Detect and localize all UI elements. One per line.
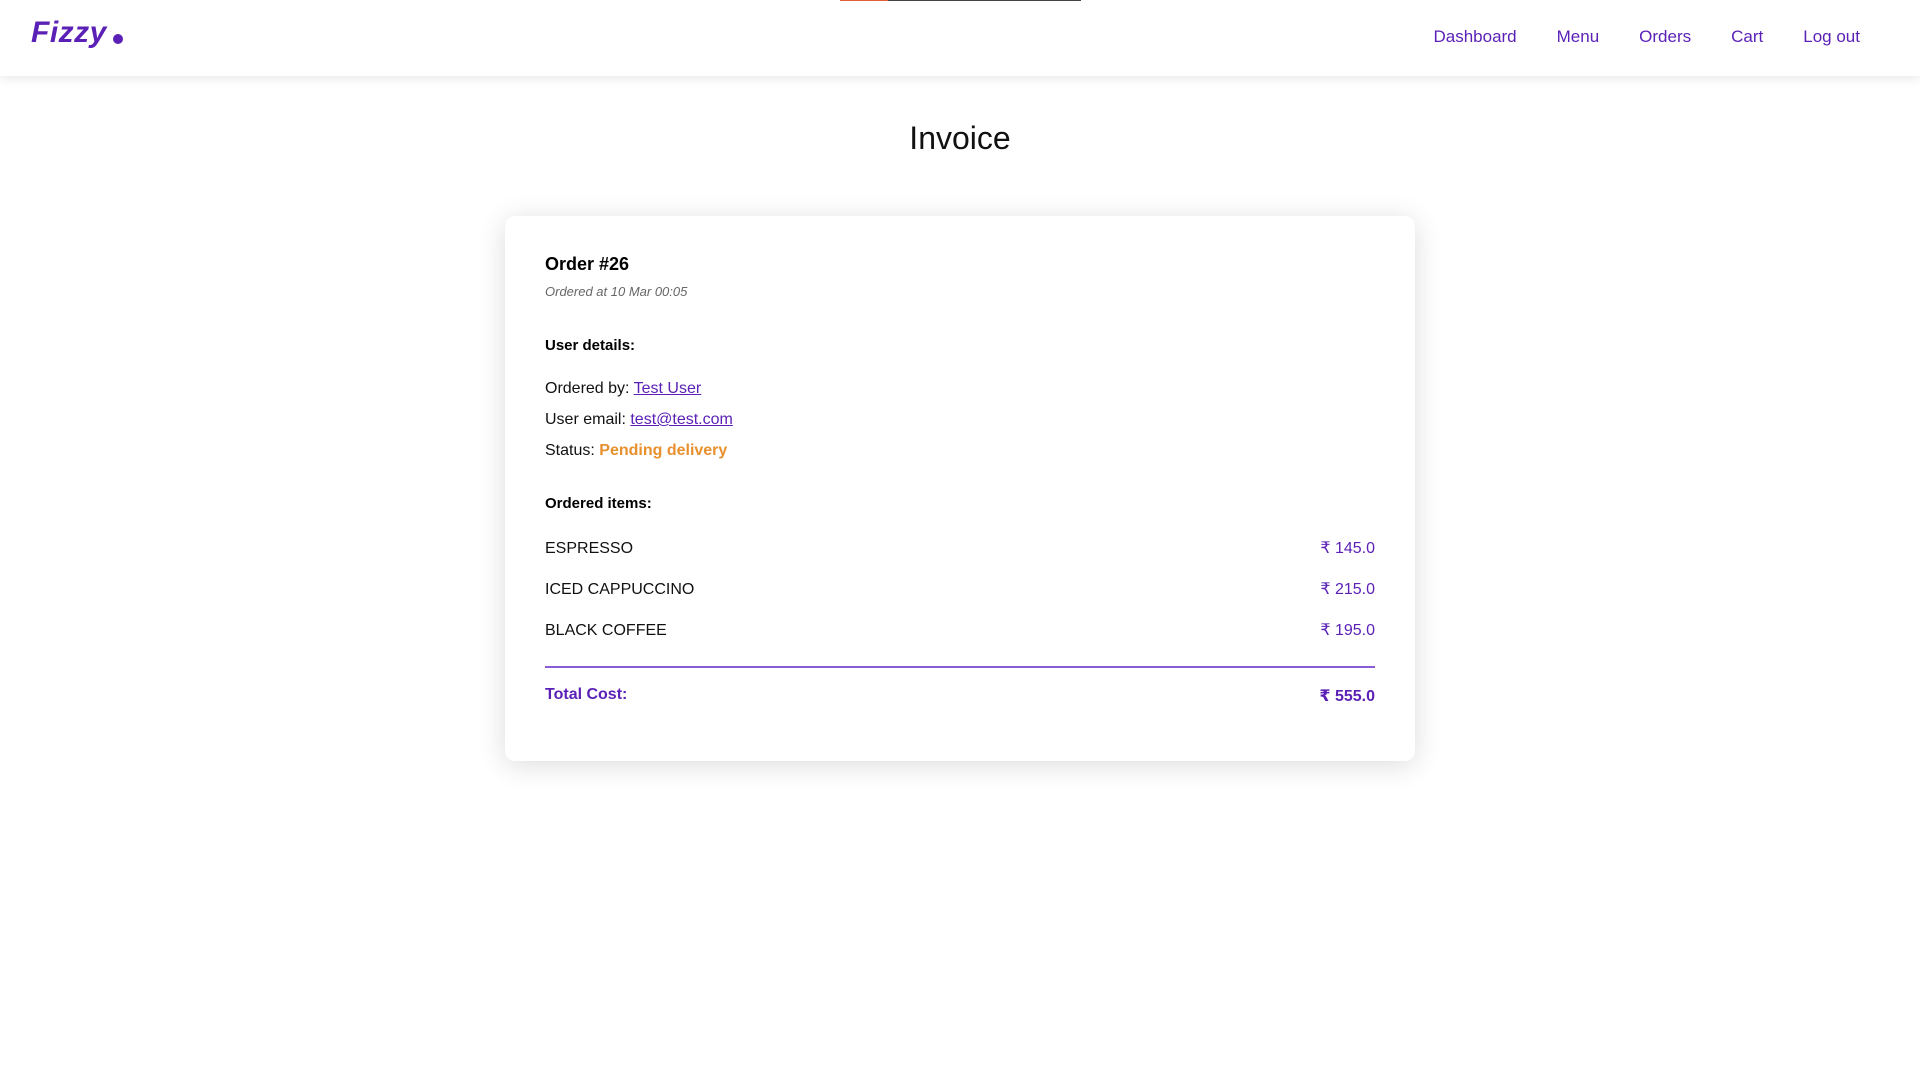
nav-link-cart[interactable]: Cart (1731, 27, 1763, 47)
brand-name: Fizzy (31, 16, 107, 49)
item-price: ₹ 195.0 (1320, 622, 1375, 639)
nav-links: Dashboard Menu Orders Cart Log out (1433, 27, 1860, 47)
nav-link-dashboard[interactable]: Dashboard (1433, 27, 1516, 47)
loading-progress-track (888, 0, 1081, 1)
ordered-by-line: Ordered by: Test User (545, 380, 1375, 398)
ordered-items-heading: Ordered items: (545, 495, 652, 512)
ordered-by-link[interactable]: Test User (634, 380, 702, 397)
status-badge: Pending delivery (599, 442, 728, 459)
ordered-by-label: Ordered by: (545, 380, 630, 397)
order-title: Order #26 (545, 254, 630, 274)
navbar: Fizzy Dashboard Menu Orders Cart Log out (0, 0, 1920, 76)
total-row: Total Cost: ₹ 555.0 (545, 686, 1375, 706)
loading-progress-fill (840, 0, 889, 1)
nav-link-logout[interactable]: Log out (1803, 27, 1860, 47)
item-name: ICED CAPPUCCINO (545, 581, 695, 598)
list-item: ESPRESSO ₹ 145.0 (545, 540, 1375, 558)
total-divider (545, 666, 1375, 668)
total-label: Total Cost: (545, 686, 628, 703)
item-name: ESPRESSO (545, 540, 634, 557)
user-email-line: User email: test@test.com (545, 411, 1375, 429)
item-price: ₹ 145.0 (1320, 540, 1375, 557)
user-details-heading: User details: (545, 337, 636, 354)
item-name: BLACK COFFEE (545, 622, 667, 639)
ordered-items-list: ESPRESSO ₹ 145.0 ICED CAPPUCCINO ₹ 215.0… (545, 540, 1375, 640)
list-item: ICED CAPPUCCINO ₹ 215.0 (545, 581, 1375, 599)
item-price: ₹ 215.0 (1320, 581, 1375, 598)
user-email-link[interactable]: test@test.com (630, 411, 733, 428)
user-email-label: User email: (545, 411, 626, 428)
brand-logo[interactable]: Fizzy (31, 16, 123, 50)
page-title: Invoice (909, 120, 1011, 156)
brand-dot-icon (112, 34, 123, 44)
nav-link-menu[interactable]: Menu (1557, 27, 1600, 47)
status-line: Status: Pending delivery (545, 442, 1375, 460)
nav-link-orders[interactable]: Orders (1639, 27, 1691, 47)
order-timestamp: Ordered at 10 Mar 00:05 (545, 284, 688, 299)
total-value: ₹ 555.0 (1319, 688, 1375, 705)
invoice-card: Order #26 Ordered at 10 Mar 00:05 User d… (505, 216, 1415, 761)
list-item: BLACK COFFEE ₹ 195.0 (545, 622, 1375, 640)
loading-progress-bar (840, 0, 1081, 1)
status-label: Status: (545, 442, 595, 459)
